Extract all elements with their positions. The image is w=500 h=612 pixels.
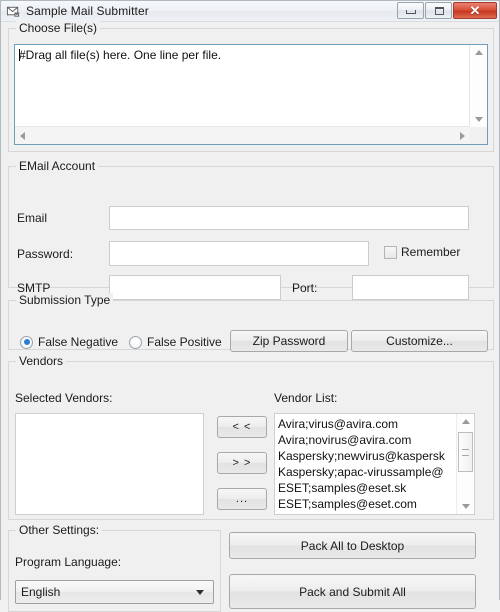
- radio-false-positive[interactable]: False Positive: [124, 335, 222, 349]
- scroll-down-icon[interactable]: [475, 117, 483, 122]
- port-input[interactable]: [352, 275, 469, 300]
- remember-checkbox[interactable]: [384, 246, 397, 259]
- port-label: Port:: [292, 281, 318, 295]
- selected-vendors-listbox[interactable]: [15, 413, 204, 515]
- maximize-button[interactable]: [425, 2, 452, 19]
- file-drop-horizontal-scrollbar[interactable]: [15, 126, 470, 144]
- password-label: Password:: [17, 247, 74, 261]
- more-options-button[interactable]: ...: [217, 488, 267, 510]
- radio-false-negative[interactable]: False Negative: [15, 335, 118, 349]
- window-controls: ✕: [396, 2, 497, 19]
- file-drop-text: #Drag all file(s) here. One line per fil…: [15, 45, 470, 127]
- vendors-legend: Vendors: [16, 354, 67, 368]
- radio-false-negative-indicator[interactable]: [20, 335, 33, 349]
- email-label: Email: [17, 211, 48, 225]
- customize-button[interactable]: Customize...: [351, 330, 488, 352]
- radio-false-positive-indicator[interactable]: [129, 335, 142, 349]
- selected-vendors-items: [16, 414, 203, 514]
- close-button[interactable]: ✕: [453, 2, 497, 19]
- move-left-button[interactable]: < <: [217, 416, 267, 438]
- program-language-value: English: [21, 585, 61, 599]
- email-input[interactable]: [109, 206, 469, 230]
- application-window: Sample Mail Submitter ✕ Choose File(s) #…: [0, 0, 500, 612]
- remember-label[interactable]: Remember: [401, 245, 460, 259]
- program-language-select[interactable]: English: [15, 580, 214, 604]
- minimize-button[interactable]: [397, 2, 424, 19]
- list-item[interactable]: ESET;samples@eset.sk: [278, 480, 457, 496]
- maximize-icon: [435, 7, 444, 15]
- scroll-right-icon[interactable]: [460, 132, 465, 140]
- other-settings-legend: Other Settings:: [16, 523, 103, 537]
- list-item[interactable]: Avira;virus@avira.com: [278, 416, 457, 432]
- vendor-list-listbox[interactable]: Avira;virus@avira.com Avira;novirus@avira…: [274, 413, 475, 515]
- move-right-button[interactable]: > >: [217, 452, 267, 474]
- scroll-corner: [470, 127, 487, 144]
- zip-password-button[interactable]: Zip Password: [230, 330, 348, 352]
- radio-false-positive-label: False Positive: [147, 335, 222, 349]
- file-drop-textarea[interactable]: #Drag all file(s) here. One line per fil…: [14, 44, 488, 145]
- scroll-left-icon[interactable]: [20, 132, 25, 140]
- file-drop-vertical-scrollbar[interactable]: [469, 45, 487, 127]
- choose-files-legend: Choose File(s): [16, 21, 101, 35]
- list-item[interactable]: Kaspersky;newvirus@kaspersk: [278, 448, 457, 464]
- program-language-label: Program Language:: [15, 555, 122, 569]
- list-item[interactable]: ESET;samples@eset.com: [278, 496, 457, 512]
- radio-false-negative-label: False Negative: [38, 335, 119, 349]
- chevron-down-icon[interactable]: [196, 590, 204, 595]
- email-account-legend: EMail Account: [16, 159, 99, 173]
- file-drop-placeholder: #Drag all file(s) here. One line per fil…: [19, 48, 222, 62]
- minimize-icon: [406, 10, 416, 14]
- pack-and-submit-all-button[interactable]: Pack and Submit All: [229, 574, 476, 609]
- window-title: Sample Mail Submitter: [26, 4, 149, 18]
- vendor-scroll-up-icon[interactable]: [462, 419, 470, 424]
- submission-type-legend: Submission Type: [16, 293, 114, 307]
- vendor-list-items: Avira;virus@avira.com Avira;novirus@avira…: [275, 414, 457, 514]
- smtp-input[interactable]: [109, 275, 281, 300]
- selected-vendors-label: Selected Vendors:: [15, 391, 113, 405]
- pack-all-to-desktop-button[interactable]: Pack All to Desktop: [229, 532, 476, 559]
- vendor-scroll-thumb[interactable]: [458, 432, 473, 472]
- close-icon: ✕: [469, 3, 481, 18]
- password-input[interactable]: [109, 241, 369, 266]
- list-item[interactable]: Kaspersky;apac-virussample@: [278, 464, 457, 480]
- vendor-scroll-down-icon[interactable]: [462, 504, 470, 509]
- list-item[interactable]: Avira;novirus@avira.com: [278, 432, 457, 448]
- mail-envelope-icon: [6, 6, 20, 17]
- title-bar: Sample Mail Submitter ✕: [1, 1, 499, 22]
- scroll-up-icon[interactable]: [475, 50, 483, 55]
- vendor-list-scrollbar[interactable]: [456, 414, 474, 514]
- vendor-list-label: Vendor List:: [274, 391, 338, 405]
- client-area: Choose File(s) #Drag all file(s) here. O…: [1, 21, 499, 612]
